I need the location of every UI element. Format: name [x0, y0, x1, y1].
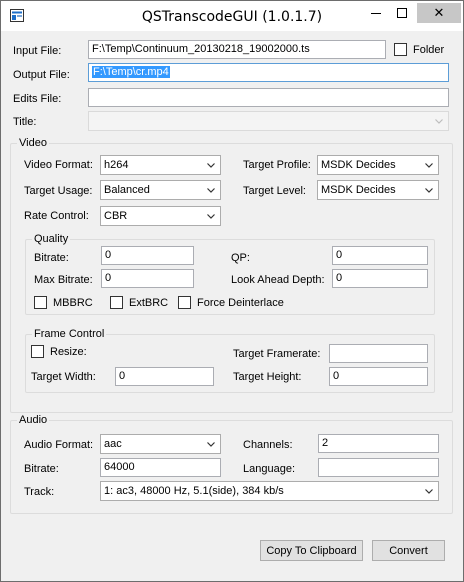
channels-label: Channels: — [243, 439, 293, 451]
title-label: Title: — [13, 116, 37, 128]
target-height-label: Target Height: — [233, 371, 302, 383]
rate-control-dropdown[interactable]: CBR — [100, 206, 221, 226]
target-width-field[interactable]: 0 — [115, 367, 214, 386]
minimize-button[interactable] — [363, 3, 389, 23]
audio-format-value: aac — [104, 438, 122, 450]
track-value: 1: ac3, 48000 Hz, 5.1(side), 384 kb/s — [104, 485, 284, 497]
language-field[interactable] — [318, 458, 439, 477]
target-profile-dropdown[interactable]: MSDK Decides — [317, 155, 439, 175]
chevron-down-icon — [204, 207, 218, 225]
mbbrc-label: MBBRC — [53, 296, 93, 309]
output-file-label: Output File: — [13, 69, 70, 81]
chevron-down-icon — [204, 156, 218, 174]
target-level-label: Target Level: — [243, 185, 306, 197]
target-profile-value: MSDK Decides — [321, 159, 396, 171]
max-bitrate-field[interactable]: 0 — [101, 269, 194, 288]
video-format-label: Video Format: — [24, 159, 93, 171]
quality-group-title: Quality — [32, 233, 71, 246]
rate-control-value: CBR — [104, 210, 128, 222]
target-usage-value: Balanced — [104, 184, 150, 196]
folder-checkbox-box[interactable] — [394, 43, 407, 56]
resize-label: Resize: — [50, 345, 87, 358]
target-usage-dropdown[interactable]: Balanced — [100, 180, 221, 200]
lookahead-depth-field[interactable]: 0 — [332, 269, 428, 288]
target-level-dropdown[interactable]: MSDK Decides — [317, 180, 439, 200]
chevron-down-icon — [432, 112, 446, 130]
rate-control-label: Rate Control: — [24, 210, 89, 222]
title-dropdown[interactable] — [88, 111, 449, 131]
resize-checkbox-box[interactable] — [31, 345, 44, 358]
edits-file-label: Edits File: — [13, 93, 62, 105]
video-format-value: h264 — [104, 159, 129, 171]
close-icon: ✕ — [433, 5, 445, 20]
max-bitrate-label: Max Bitrate: — [34, 274, 93, 286]
target-height-field[interactable]: 0 — [329, 367, 428, 386]
audio-bitrate-field[interactable]: 64000 — [100, 458, 221, 477]
chevron-down-icon — [422, 482, 436, 500]
audio-format-dropdown[interactable]: aac — [100, 434, 221, 454]
edits-file-field[interactable] — [88, 88, 449, 107]
maximize-button[interactable] — [389, 3, 415, 23]
qp-field[interactable]: 0 — [332, 246, 428, 265]
force-deinterlace-label: Force Deinterlace — [197, 296, 284, 309]
audio-format-label: Audio Format: — [24, 439, 94, 451]
chevron-down-icon — [422, 181, 436, 199]
extbrc-label: ExtBRC — [129, 296, 169, 309]
maximize-icon — [397, 8, 407, 18]
folder-checkbox[interactable]: Folder — [394, 43, 444, 56]
track-label: Track: — [24, 486, 55, 498]
app-window: QSTranscodeGUI (1.0.1.7) ✕ Input File: F… — [0, 0, 464, 582]
extbrc-checkbox[interactable]: ExtBRC — [110, 296, 168, 309]
extbrc-checkbox-box[interactable] — [110, 296, 123, 309]
track-dropdown[interactable]: 1: ac3, 48000 Hz, 5.1(side), 384 kb/s — [100, 481, 439, 501]
chevron-down-icon — [204, 435, 218, 453]
target-framerate-field[interactable] — [329, 344, 428, 363]
target-framerate-label: Target Framerate: — [233, 348, 321, 360]
language-label: Language: — [243, 463, 295, 475]
bitrate-label: Bitrate: — [34, 252, 69, 264]
copy-to-clipboard-button[interactable]: Copy To Clipboard — [260, 540, 363, 561]
target-usage-label: Target Usage: — [24, 185, 93, 197]
convert-button[interactable]: Convert — [372, 540, 445, 561]
bitrate-field[interactable]: 0 — [101, 246, 194, 265]
input-file-field[interactable]: F:\Temp\Continuum_20130218_19002000.ts — [88, 40, 386, 59]
video-group-title: Video — [17, 137, 49, 150]
qp-label: QP: — [231, 252, 250, 264]
mbbrc-checkbox[interactable]: MBBRC — [34, 296, 93, 309]
audio-bitrate-label: Bitrate: — [24, 463, 59, 475]
force-deinterlace-checkbox-box[interactable] — [178, 296, 191, 309]
close-button[interactable]: ✕ — [417, 3, 461, 23]
input-file-label: Input File: — [13, 45, 62, 57]
output-file-field[interactable]: F:\Temp\cr.mp4 — [88, 63, 449, 82]
chevron-down-icon — [422, 156, 436, 174]
target-width-label: Target Width: — [31, 371, 96, 383]
audio-group-title: Audio — [17, 414, 50, 427]
output-file-value: F:\Temp\cr.mp4 — [92, 66, 170, 78]
video-format-dropdown[interactable]: h264 — [100, 155, 221, 175]
lookahead-depth-label: Look Ahead Depth: — [231, 274, 325, 286]
form-body: Input File: F:\Temp\Continuum_20130218_1… — [5, 32, 459, 578]
force-deinterlace-checkbox[interactable]: Force Deinterlace — [178, 296, 284, 309]
chevron-down-icon — [204, 181, 218, 199]
frame-control-group-title: Frame Control — [32, 328, 107, 341]
channels-field[interactable]: 2 — [318, 434, 439, 453]
title-bar[interactable]: QSTranscodeGUI (1.0.1.7) ✕ — [1, 1, 463, 31]
folder-checkbox-label: Folder — [413, 43, 445, 56]
minimize-icon — [371, 13, 381, 14]
mbbrc-checkbox-box[interactable] — [34, 296, 47, 309]
target-profile-label: Target Profile: — [243, 159, 311, 171]
resize-checkbox[interactable]: Resize: — [31, 345, 87, 358]
target-level-value: MSDK Decides — [321, 184, 396, 196]
